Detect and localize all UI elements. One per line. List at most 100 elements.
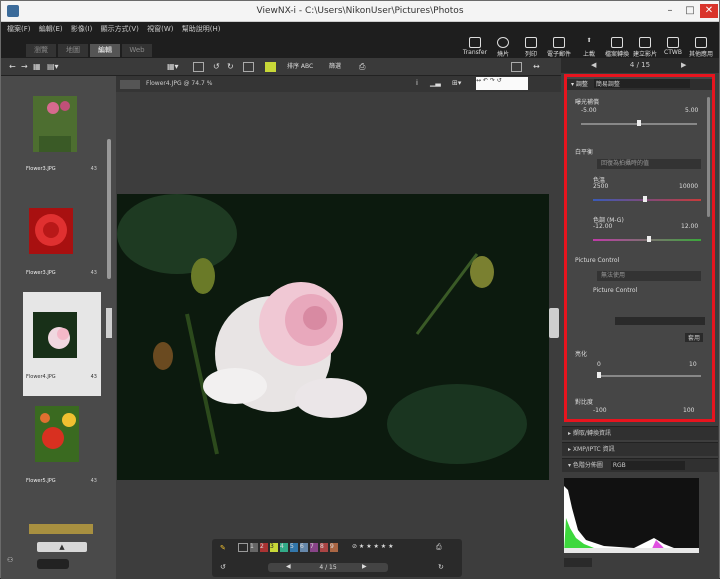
brightness-slider[interactable] xyxy=(597,375,701,377)
adjust-mode-select[interactable]: 簡易調整 xyxy=(593,79,690,88)
panel-collapse-handle[interactable] xyxy=(549,308,559,338)
thumbnail-image xyxy=(33,312,93,358)
fit-icon[interactable] xyxy=(193,62,204,72)
rotate-left-icon[interactable]: ↺ xyxy=(213,62,220,72)
thumbnail-name: Flower4.JPG xyxy=(26,374,56,380)
label-7[interactable]: 7 xyxy=(310,543,318,552)
info-icon[interactable]: ⅰ xyxy=(416,79,418,87)
label-3[interactable]: 3 xyxy=(270,543,278,552)
temperature-min: 2500 xyxy=(593,183,609,190)
temperature-knob[interactable] xyxy=(643,196,647,202)
edit-mode-icon[interactable] xyxy=(265,62,276,72)
panel-prev-arrow[interactable]: ◀ xyxy=(591,58,596,73)
transfer-icon xyxy=(469,37,481,48)
tab-map[interactable]: 地圖 xyxy=(58,44,88,57)
minimize-button[interactable]: – xyxy=(661,4,679,18)
menu-window[interactable]: 視窗(W) xyxy=(147,22,173,36)
forward-icon[interactable]: → xyxy=(21,62,28,72)
brightness-max: 10 xyxy=(689,361,697,368)
histogram-row[interactable]: ▾ 色階分佈圖 RGB xyxy=(562,458,718,472)
thumbnail-name: Flower5.JPG xyxy=(26,478,56,484)
temperature-max: 10000 xyxy=(679,183,699,190)
edit-tools[interactable]: ↔ ↶ ↷ ↺ xyxy=(476,77,528,90)
maximize-button[interactable]: □ xyxy=(681,4,699,18)
thumbnail-item[interactable]: Flower3.JPG 43 xyxy=(23,208,101,288)
menu-file[interactable]: 檔案(F) xyxy=(7,22,31,36)
histogram-option[interactable] xyxy=(564,558,592,567)
left-collapse-handle[interactable] xyxy=(106,308,112,338)
label-1[interactable]: 1 xyxy=(250,543,258,552)
back-icon[interactable]: ← xyxy=(9,62,16,72)
menu-view[interactable]: 顯示方式(V) xyxy=(101,22,139,36)
label-2[interactable]: 2 xyxy=(260,543,268,552)
sort-dropdown[interactable]: 排序 ABC xyxy=(287,62,313,72)
exposure-min: -5.00 xyxy=(581,107,597,114)
label-4[interactable]: 4 xyxy=(280,543,288,552)
wb-select[interactable]: 回復為拍攝時的值 xyxy=(597,159,701,169)
view-mode-icon[interactable]: ⊞▾ xyxy=(452,79,461,87)
grid-view-icon[interactable]: ▦▾ xyxy=(167,62,179,72)
contrast-label: 對比度 xyxy=(575,399,594,406)
zoom-field[interactable] xyxy=(37,559,69,569)
prev-arrow[interactable]: ◀ xyxy=(286,563,291,570)
print-bottom-icon[interactable]: ⎙ xyxy=(436,543,442,552)
thumbnail-item[interactable]: Flower3.JPG 43 xyxy=(23,96,101,196)
exposure-label: 曝光補償 xyxy=(575,99,600,106)
thumbnail-item[interactable]: Flower5.JPG 43 xyxy=(23,406,101,486)
filter-dropdown[interactable]: 篩選 xyxy=(329,62,341,72)
tab-edit[interactable]: 編輯 xyxy=(90,44,120,57)
print-icon xyxy=(525,37,537,48)
menu-image[interactable]: 影像(I) xyxy=(71,22,93,36)
menu-help[interactable]: 幫助說明(H) xyxy=(182,22,221,36)
tint-knob[interactable] xyxy=(647,236,651,242)
ctwb-icon xyxy=(667,37,679,48)
exposure-knob[interactable] xyxy=(637,120,641,126)
user-icon[interactable]: ⚇ xyxy=(7,556,17,566)
tab-browse[interactable]: 瀏覽 xyxy=(26,44,56,57)
histogram-channel-select[interactable]: RGB xyxy=(610,461,685,470)
mail-button[interactable]: 電子郵件 xyxy=(543,36,575,58)
compare-icon[interactable] xyxy=(243,62,254,72)
brightness-knob[interactable] xyxy=(597,372,601,378)
expand-icon[interactable]: ↔ xyxy=(533,62,540,72)
adjust-scrollbar[interactable] xyxy=(707,97,710,217)
panel-toggle-icon[interactable] xyxy=(511,62,522,72)
temperature-slider[interactable] xyxy=(593,199,701,201)
folder-icon[interactable]: ▦ xyxy=(33,62,41,72)
label-5[interactable]: 5 xyxy=(290,543,298,552)
close-button[interactable]: ✕ xyxy=(700,4,718,18)
thumbnail-partial[interactable] xyxy=(29,524,93,534)
label-9[interactable]: 9 xyxy=(330,543,338,552)
histogram xyxy=(564,478,699,553)
scroll-up-button[interactable]: ▲ xyxy=(37,542,87,552)
mail-icon xyxy=(553,37,565,48)
apps-button[interactable]: 其他應用 xyxy=(685,36,717,58)
highlighted-adjust-area: ▾ 調整 簡易調整 曝光補償 -5.00 5.00 白平衡 回復為拍攝時的值 色… xyxy=(564,74,715,422)
panel-next-arrow[interactable]: ▶ xyxy=(681,58,686,73)
tab-web[interactable]: Web xyxy=(122,44,152,57)
brightness-label: 亮化 xyxy=(575,351,588,358)
histogram-icon[interactable]: ▁▃ xyxy=(430,79,441,87)
picture-control-select[interactable]: 無法使用 xyxy=(597,271,701,281)
rotate-right-icon[interactable]: ↻ xyxy=(227,62,234,72)
pencil-icon[interactable]: ✎ xyxy=(220,544,226,552)
xmp-iptc-row[interactable]: ▸ XMP/IPTC 資訊 xyxy=(562,442,718,456)
next-arrow[interactable]: ▶ xyxy=(362,563,367,570)
panel-counter: 4 / 15 xyxy=(629,61,651,69)
thumbnail-scrollbar[interactable] xyxy=(107,139,111,279)
thumbnail-item-selected[interactable]: Flower4.JPG 43 xyxy=(23,292,101,396)
menu-edit[interactable]: 編輯(E) xyxy=(39,22,63,36)
rotate-icon[interactable]: ↺ xyxy=(220,563,226,571)
label-8[interactable]: 8 xyxy=(320,543,328,552)
capture-info-row[interactable]: ▸ 擷取/轉換資訊 xyxy=(562,426,718,440)
label-6[interactable]: 6 xyxy=(300,543,308,552)
label-0-box[interactable] xyxy=(238,543,248,552)
refresh-icon[interactable]: ↻ xyxy=(438,563,444,571)
apply-button[interactable]: 套用 xyxy=(685,333,703,342)
print-small-icon[interactable]: ⎙ xyxy=(359,62,365,72)
layout-icon[interactable]: ▤▾ xyxy=(47,62,59,72)
viewer-info-bar: Flower4.JPG @ 74.7 % ⅰ ▁▃ ⊞▾ ↔ ↶ ↷ ↺ xyxy=(116,76,561,92)
rating-stars[interactable]: ⊘ ★ ★ ★ ★ ★ xyxy=(352,543,393,550)
adjust-section-header[interactable]: ▾ 調整 簡易調整 xyxy=(567,79,712,90)
thumbnail-rating: 43 xyxy=(90,270,97,276)
